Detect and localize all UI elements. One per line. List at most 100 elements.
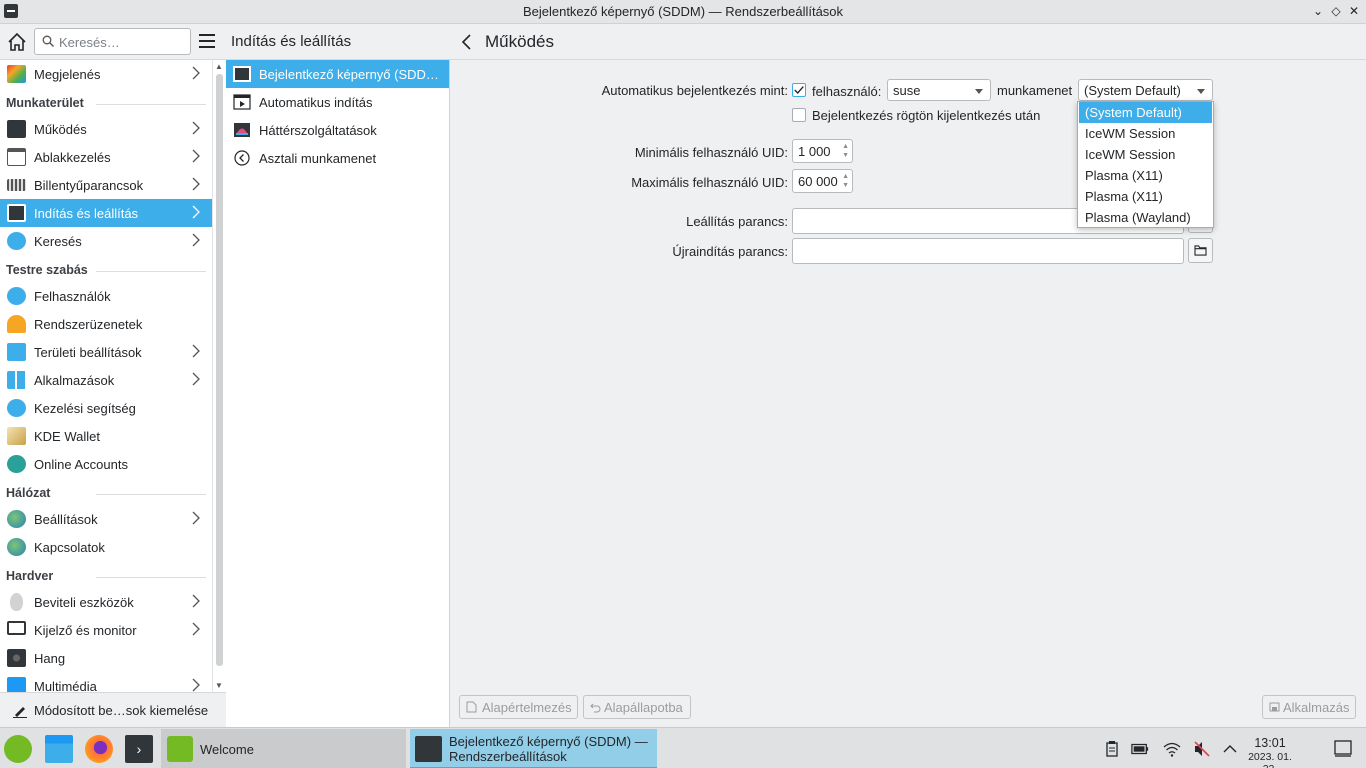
sidebar-item-search[interactable]: Keresés: [0, 227, 212, 255]
sidebar-item-online-accounts[interactable]: Online Accounts: [0, 450, 212, 478]
home-icon[interactable]: [6, 31, 28, 53]
sidebar-item-applications[interactable]: Alkalmazások: [0, 366, 212, 394]
document-icon: [466, 701, 477, 713]
undo-icon: [590, 703, 601, 713]
session-dropdown-list: (System Default) IceWM Session IceWM Ses…: [1077, 101, 1214, 228]
session-option[interactable]: (System Default): [1079, 102, 1212, 123]
defaults-button[interactable]: Alapértelmezés: [459, 695, 578, 719]
chevron-right-icon: [192, 233, 200, 247]
clock[interactable]: 13:01 2023. 01. 22.: [1240, 736, 1300, 768]
user-combo-value: suse: [893, 83, 921, 98]
wifi-icon[interactable]: [1163, 740, 1181, 758]
sidebar-item-users[interactable]: Felhasználók: [0, 282, 212, 310]
firefox-icon[interactable]: [85, 735, 113, 763]
file-manager-icon[interactable]: [45, 735, 73, 763]
relogin-checkbox[interactable]: [792, 108, 806, 122]
spin-up-icon[interactable]: ▲: [842, 173, 849, 181]
taskbar: › Welcome Bejelentkező képernyő (SDDM) —…: [0, 727, 1366, 768]
sidebar-item-network-settings[interactable]: Beállítások: [0, 505, 212, 533]
sidebar-item-accessibility[interactable]: Kezelési segítség: [0, 394, 212, 422]
sidebar-item-startup-shutdown[interactable]: Indítás és leállítás: [0, 199, 212, 227]
sidebar-item-label: Területi beállítások: [34, 345, 142, 360]
pen-icon: [13, 707, 27, 718]
welcome-app-icon: [167, 736, 193, 762]
max-uid-spinbox[interactable]: 60 000 ▲ ▼: [792, 169, 853, 193]
session-option[interactable]: Plasma (X11): [1079, 165, 1212, 186]
spin-down-icon[interactable]: ▼: [842, 152, 849, 160]
search-settings-icon: [7, 232, 26, 250]
multimedia-icon: [7, 677, 26, 692]
session-option[interactable]: Plasma (X11): [1079, 186, 1212, 207]
session-option-label: IceWM Session: [1085, 126, 1176, 141]
autologin-label: Automatikus bejelentkezés mint:: [601, 83, 788, 98]
login-screen-icon: [233, 66, 251, 82]
chevron-up-icon[interactable]: [1221, 740, 1239, 758]
min-uid-spinbox[interactable]: 1 000 ▲ ▼: [792, 139, 853, 163]
user-combo[interactable]: suse: [887, 79, 991, 101]
spin-down-icon[interactable]: ▼: [842, 182, 849, 190]
chevron-right-icon: [192, 678, 200, 692]
battery-icon[interactable]: [1131, 740, 1149, 758]
reboot-command-field[interactable]: [792, 238, 1184, 264]
sidebar-item-label: Indítás és leállítás: [34, 206, 139, 221]
sidebar-item-kde-wallet[interactable]: KDE Wallet: [0, 422, 212, 450]
sidebar-item-audio[interactable]: Hang: [0, 644, 212, 672]
sidebar-item-appearance[interactable]: Megjelenés: [0, 60, 212, 88]
scroll-up-icon[interactable]: ▲: [215, 62, 223, 71]
sidebar-item-input-devices[interactable]: Beviteli eszközök: [0, 588, 212, 616]
hamburger-menu-icon[interactable]: [199, 34, 215, 48]
sidebar-item-behavior[interactable]: Működés: [0, 115, 212, 143]
checkmark-icon: [794, 86, 804, 95]
scroll-down-icon[interactable]: ▼: [215, 681, 223, 690]
close-icon[interactable]: ✕: [1346, 3, 1362, 19]
subcategory-item-label: Bejelentkező képernyő (SDDM): [259, 67, 439, 82]
highlight-changed-button[interactable]: Módosított be…sok kiemelése: [0, 692, 226, 727]
task-system-settings[interactable]: Bejelentkező képernyő (SDDM) — Rendszerb…: [410, 729, 657, 768]
session-combo[interactable]: (System Default): [1078, 79, 1213, 101]
chevron-right-icon: [192, 149, 200, 163]
startup-shutdown-icon: [7, 204, 26, 222]
search-input[interactable]: Keresés…: [34, 28, 191, 55]
subcategory-item-desktop-session[interactable]: Asztali munkamenet: [226, 144, 449, 172]
task-welcome[interactable]: Welcome: [161, 729, 406, 768]
sidebar-item-connections[interactable]: Kapcsolatok: [0, 533, 212, 561]
sidebar-item-display[interactable]: Kijelző és monitor: [0, 616, 212, 644]
application-launcher-icon[interactable]: [4, 735, 32, 763]
session-option[interactable]: IceWM Session: [1079, 144, 1212, 165]
terminal-icon[interactable]: ›: [125, 735, 153, 763]
subcategory-item-label: Automatikus indítás: [259, 95, 373, 110]
back-arrow-icon[interactable]: [460, 33, 474, 51]
reset-label: Alapállapotba: [604, 700, 683, 715]
sidebar-item-label: Beviteli eszközök: [34, 595, 134, 610]
sidebar-list: Megjelenés Munkaterület Működés Ablakkez…: [0, 60, 212, 692]
sidebar-item-multimedia[interactable]: Multimédia: [0, 672, 212, 692]
sidebar-item-notifications[interactable]: Rendszerüzenetek: [0, 310, 212, 338]
sidebar-item-shortcuts[interactable]: Billentyűparancsok: [0, 171, 212, 199]
autologin-checkbox[interactable]: [792, 83, 806, 97]
clipboard-icon[interactable]: [1103, 740, 1121, 758]
maximize-icon[interactable]: ◇: [1328, 3, 1344, 19]
apply-button[interactable]: Alkalmazás: [1262, 695, 1356, 719]
scrollbar-thumb[interactable]: [216, 74, 223, 666]
minimize-icon[interactable]: ⌄: [1310, 3, 1326, 19]
subcategory-item-background-services[interactable]: Háttérszolgáltatások: [226, 116, 449, 144]
behavior-icon: [7, 120, 26, 138]
sidebar-scrollbar[interactable]: ▲ ▼: [212, 60, 226, 692]
chevron-down-icon: [975, 89, 983, 94]
show-desktop-icon[interactable]: [1333, 738, 1353, 758]
reset-button[interactable]: Alapállapotba: [583, 695, 691, 719]
reboot-browse-button[interactable]: [1188, 238, 1213, 263]
apply-icon: [1269, 702, 1280, 712]
volume-muted-icon[interactable]: [1193, 740, 1211, 758]
session-option[interactable]: IceWM Session: [1079, 123, 1212, 144]
sidebar-item-regional[interactable]: Területi beállítások: [0, 338, 212, 366]
window-management-icon: [7, 148, 26, 166]
subcategory-item-sddm[interactable]: Bejelentkező képernyő (SDDM): [226, 60, 449, 88]
spin-up-icon[interactable]: ▲: [842, 143, 849, 151]
session-option[interactable]: Plasma (Wayland): [1079, 207, 1212, 228]
sidebar-item-label: Működés: [34, 122, 87, 137]
folder-icon: [1194, 245, 1207, 256]
session-combo-value: (System Default): [1084, 83, 1181, 98]
sidebar-item-window-management[interactable]: Ablakkezelés: [0, 143, 212, 171]
subcategory-item-autostart[interactable]: Automatikus indítás: [226, 88, 449, 116]
